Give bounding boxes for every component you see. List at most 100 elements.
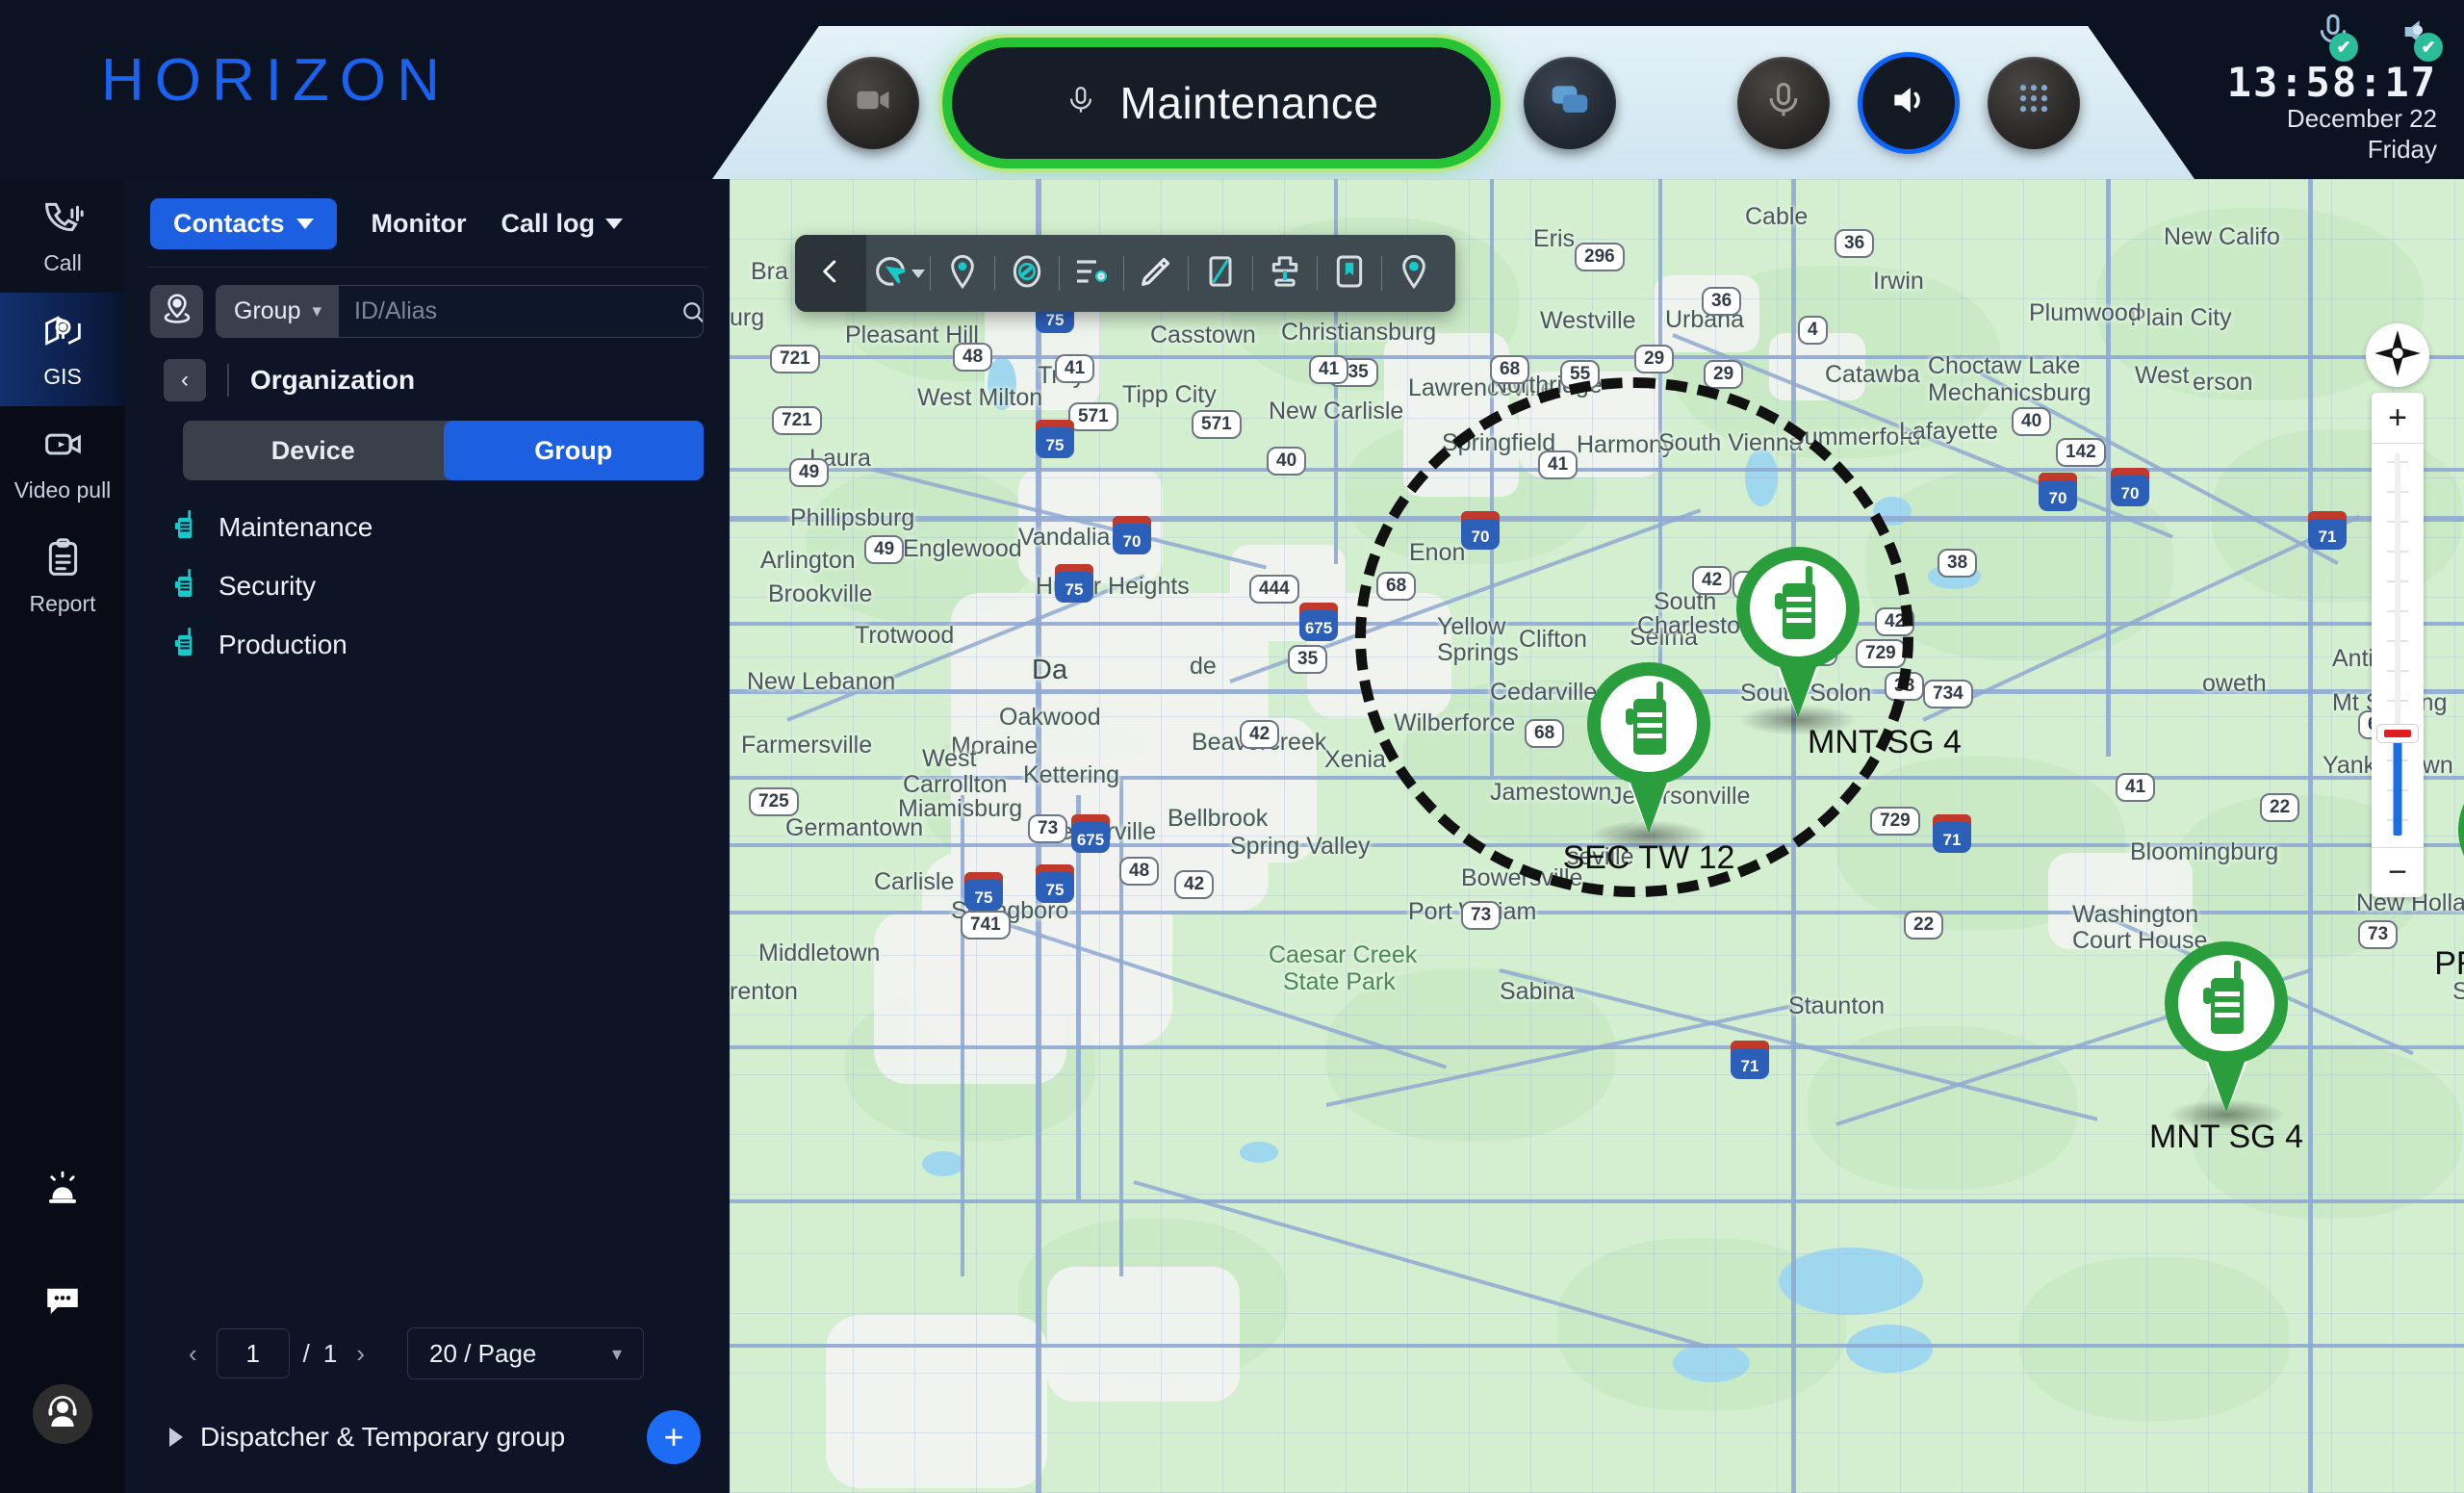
route-shield: 444 — [1249, 575, 1299, 604]
map-place-label: New Carlisle — [1269, 398, 1404, 425]
tab-contacts[interactable]: Contacts — [150, 198, 337, 249]
route-shield: 29 — [1634, 345, 1675, 373]
keypad-button[interactable] — [1988, 56, 2080, 149]
video-camera-icon — [852, 79, 894, 126]
device-group-toggle: Device Group — [183, 421, 704, 480]
map-back-button[interactable] — [795, 235, 866, 312]
map-place-label: Xenia — [1324, 746, 1386, 773]
route-shield: 73 — [2358, 920, 2399, 949]
map-place-label: Carlisle — [874, 868, 955, 895]
chevron-right-icon[interactable] — [169, 1428, 183, 1447]
breadcrumb-back-button[interactable]: ‹ — [164, 359, 206, 401]
map-place-label: Bellbrook — [1168, 805, 1269, 832]
route-shield: 42 — [1174, 870, 1215, 899]
microphone-icon — [1762, 79, 1805, 126]
radio-marker-icon — [1719, 537, 1877, 722]
marker-label: MNT SG 4 — [1808, 724, 1962, 760]
map-tool-locate[interactable] — [1382, 235, 1446, 312]
map-place-label: Catawba — [1825, 361, 1920, 388]
route-shield: 35 — [1288, 645, 1328, 674]
route-shield: 725 — [749, 787, 799, 816]
microphone-icon — [1065, 79, 1097, 126]
map-place-label: West — [922, 745, 977, 772]
map-place-label: New Califo — [2164, 223, 2280, 250]
route-shield: 22 — [1904, 911, 1944, 940]
panel-tab-bar: Contacts Monitor Call log — [125, 179, 729, 263]
speaker-status: ✔ — [2385, 10, 2443, 62]
prev-page-button[interactable]: ‹ — [183, 1339, 203, 1369]
route-shield: 22 — [2260, 793, 2300, 822]
radio-icon — [173, 508, 199, 546]
tab-monitor[interactable]: Monitor — [372, 209, 467, 239]
map-place-label: Caesar Creek — [1269, 941, 1418, 968]
alarm-button[interactable] — [0, 1135, 125, 1247]
pagination: ‹ / 1 › 20 / Page ▾ — [125, 1327, 730, 1379]
zoom-out-button[interactable]: − — [2372, 847, 2424, 897]
map-tool-measure[interactable] — [1253, 235, 1317, 312]
microphone-button[interactable] — [1737, 56, 1830, 149]
list-item[interactable]: Maintenance — [125, 498, 729, 556]
map-tool-place-marker[interactable] — [931, 235, 994, 312]
chevron-down-icon — [295, 219, 314, 229]
tab-call-log[interactable]: Call log — [501, 209, 624, 239]
compass-button[interactable] — [2366, 323, 2429, 387]
next-page-button[interactable]: › — [350, 1339, 371, 1369]
circle-zone-icon — [1008, 252, 1046, 296]
map-place-label: Casstown — [1150, 322, 1256, 348]
stamp-tool-icon — [1266, 252, 1304, 296]
search-scope-select[interactable]: Group ▾ — [217, 286, 340, 337]
toggle-group[interactable]: Group — [443, 421, 704, 480]
speaker-button[interactable] — [1862, 56, 1955, 149]
zoom-in-button[interactable]: + — [2372, 393, 2424, 443]
breadcrumb: ‹ Organization — [125, 338, 729, 401]
app-logo: HORIZON — [101, 47, 450, 114]
map-tool-radius-zone[interactable] — [995, 235, 1059, 312]
map-tool-select-cursor[interactable] — [866, 235, 930, 312]
search-icon[interactable] — [680, 298, 703, 325]
pencil-icon — [1137, 252, 1175, 296]
group-name: Security — [218, 570, 317, 601]
list-item[interactable]: Security — [125, 556, 729, 615]
add-temporary-group-button[interactable]: + — [647, 1410, 701, 1464]
interstate-shield: 75 — [964, 872, 1003, 911]
sidebar-item-video-pull[interactable]: Video pull — [0, 406, 125, 520]
map-toolbar — [795, 235, 1455, 312]
lasso-cursor-icon — [871, 252, 910, 296]
zoom-slider[interactable]: + − — [2372, 393, 2424, 897]
zoom-handle[interactable] — [2376, 724, 2419, 743]
search-scope-label: Group — [234, 297, 301, 324]
list-item[interactable]: Production — [125, 615, 729, 674]
messages-button[interactable] — [1524, 56, 1616, 149]
ptt-channel-button[interactable]: Maintenance — [952, 46, 1491, 159]
map-tool-bookmark[interactable] — [1318, 235, 1381, 312]
contacts-panel: Contacts Monitor Call log Group ▾ ID/Ali… — [125, 179, 730, 1493]
interstate-shield: 675 — [1071, 814, 1110, 853]
search-row: Group ▾ — [125, 268, 729, 338]
sidebar-item-call[interactable]: Call — [0, 179, 125, 293]
gis-filter-button[interactable] — [150, 285, 203, 338]
search-input[interactable] — [339, 297, 680, 325]
video-call-button[interactable] — [827, 56, 919, 149]
chat-bubble-icon — [42, 1280, 83, 1326]
route-shield: 41 — [1055, 354, 1095, 383]
page-size-select[interactable]: 20 / Page ▾ — [407, 1327, 645, 1379]
sidebar-item-gis[interactable]: GIS — [0, 293, 125, 406]
zoom-track[interactable] — [2372, 443, 2424, 847]
map-place-label: Arlington — [760, 547, 856, 574]
map-place-label: New Lebanon — [747, 668, 896, 695]
route-shield: 571 — [1192, 410, 1242, 439]
page-input[interactable] — [216, 1328, 290, 1378]
chat-button[interactable] — [0, 1247, 125, 1358]
gis-map[interactable]: BraurgPleasant HillTroyCasstownChristian… — [730, 179, 2464, 1493]
clock-date: December 22 — [2286, 104, 2437, 134]
toggle-device[interactable]: Device — [183, 421, 444, 480]
sidebar-item-report[interactable]: Report — [0, 520, 125, 633]
operator-avatar[interactable] — [0, 1358, 125, 1470]
route-shield: 48 — [953, 343, 993, 372]
map-tool-route-list[interactable] — [1060, 235, 1123, 312]
tab-monitor-label: Monitor — [371, 209, 467, 238]
map-place-label: Eris — [1533, 225, 1576, 252]
map-place-label: oweth — [2202, 670, 2267, 697]
map-tool-rect-zone[interactable] — [1189, 235, 1252, 312]
map-tool-draw[interactable] — [1124, 235, 1188, 312]
